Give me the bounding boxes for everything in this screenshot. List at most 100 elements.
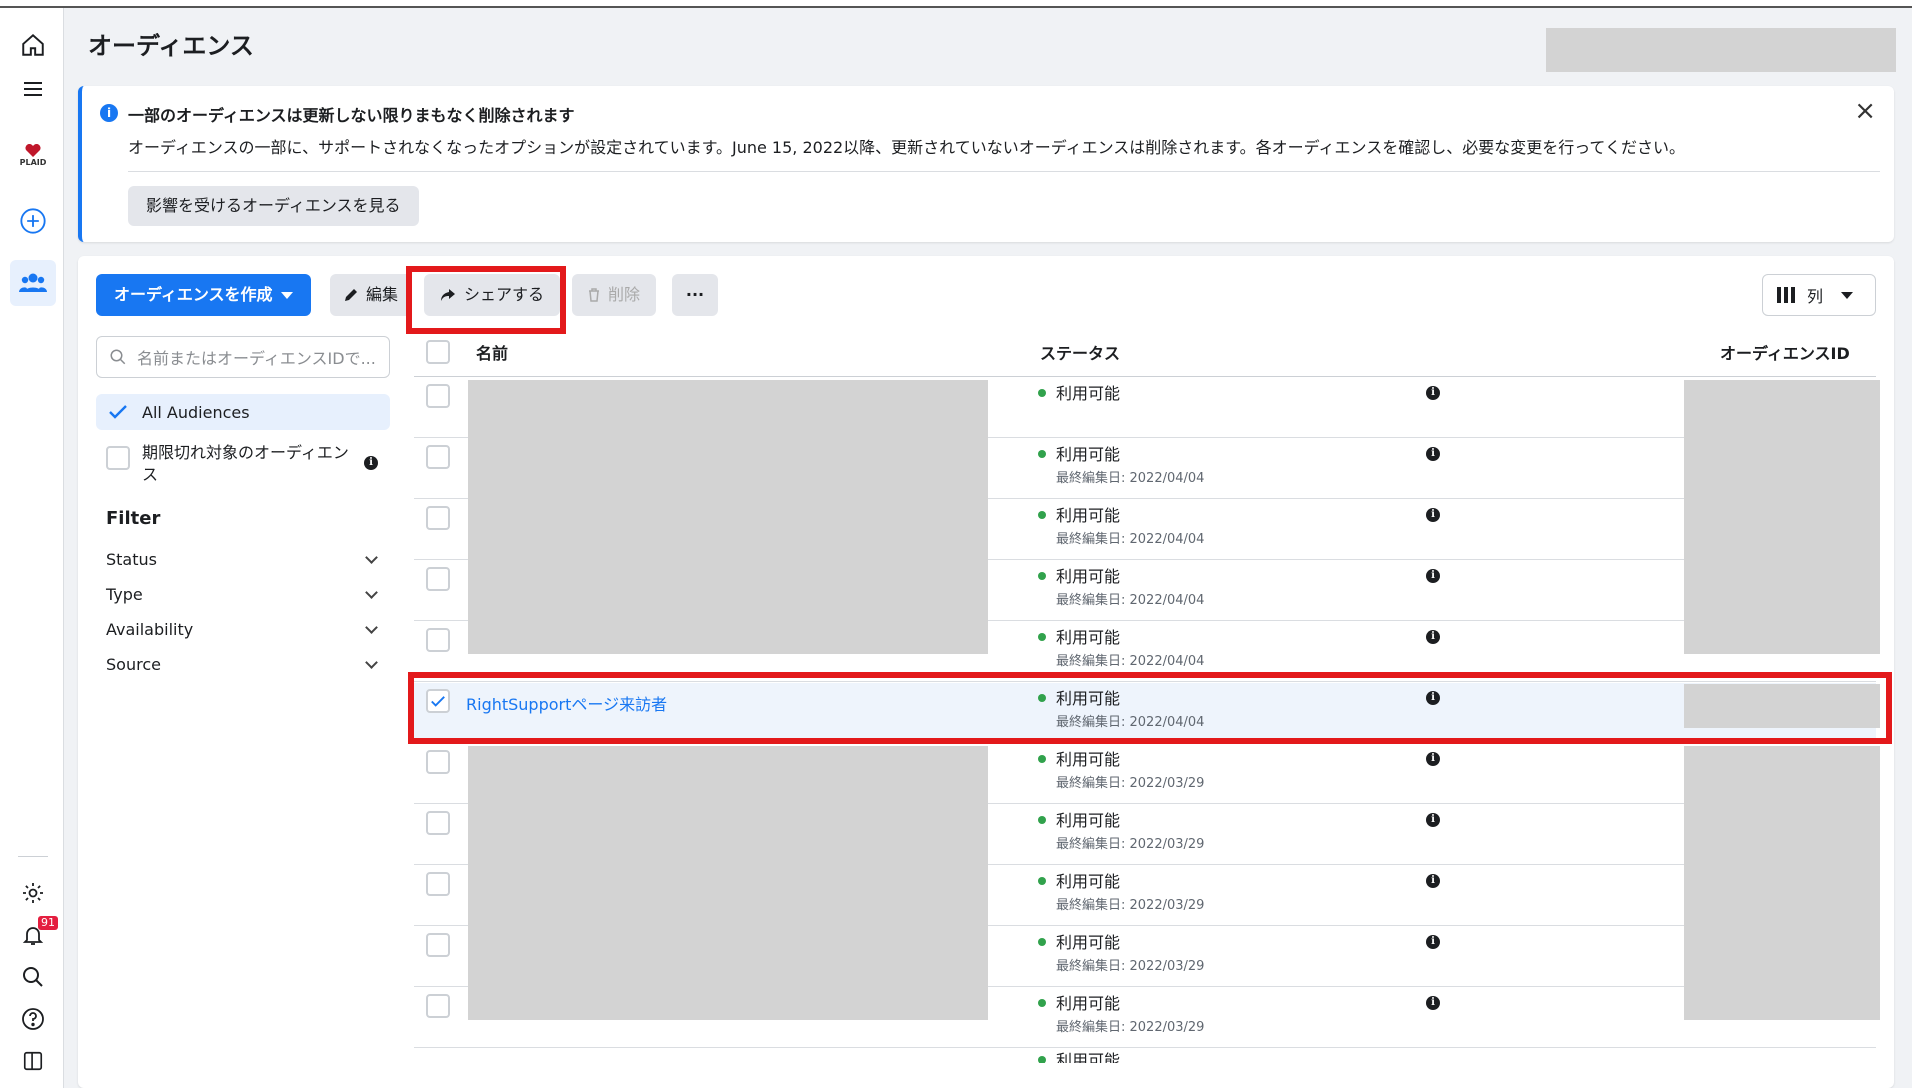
selected-row-highlight-annotation <box>408 672 1892 744</box>
notification-badge: 91 <box>38 916 58 930</box>
status-cell: 利用可能 <box>1038 380 1120 404</box>
row-checkbox[interactable] <box>426 750 450 774</box>
columns-button[interactable]: 列 <box>1762 274 1876 316</box>
rail-divider <box>18 856 48 857</box>
search-icon <box>110 349 126 365</box>
more-options-button[interactable]: ··· <box>672 274 718 316</box>
info-icon[interactable]: i <box>1426 630 1440 644</box>
column-header-status[interactable]: ステータス <box>1040 340 1120 364</box>
row-checkbox[interactable] <box>426 445 450 469</box>
info-icon[interactable]: i <box>1426 447 1440 461</box>
info-icon[interactable]: i <box>1426 569 1440 583</box>
row-checkbox[interactable] <box>426 933 450 957</box>
status-cell: 利用可能 最終編集日: 2022/04/04 <box>1038 624 1204 669</box>
row-checkbox[interactable] <box>426 567 450 591</box>
view-affected-audiences-button[interactable]: 影響を受けるオーディエンスを見る <box>128 186 419 226</box>
table-row-partial[interactable]: 利用可能 <box>414 1049 1876 1063</box>
info-icon[interactable]: i <box>1426 813 1440 827</box>
row-checkbox[interactable] <box>426 994 450 1018</box>
notice-title: 一部のオーディエンスは更新しない限りまもなく削除されます <box>128 106 575 125</box>
status-dot <box>1038 450 1046 458</box>
audience-people-icon[interactable] <box>10 260 56 306</box>
filter-availability[interactable]: Availability <box>106 620 380 639</box>
row-checkbox[interactable] <box>426 811 450 835</box>
filter-source-label: Source <box>106 655 161 674</box>
filter-type-label: Type <box>106 585 143 604</box>
status-dot <box>1038 633 1046 641</box>
last-edited-date: 最終編集日: 2022/04/04 <box>1056 532 1205 547</box>
info-icon[interactable]: i <box>1426 386 1440 400</box>
row-checkbox[interactable] <box>426 506 450 530</box>
status-dot <box>1038 1056 1046 1063</box>
filter-availability-label: Availability <box>106 620 194 639</box>
gear-icon[interactable] <box>10 870 56 916</box>
status-dot <box>1038 755 1046 763</box>
chevron-down-icon <box>1841 291 1854 299</box>
info-icon[interactable]: i <box>1426 996 1440 1010</box>
create-audience-button[interactable]: オーディエンスを作成 <box>96 274 311 316</box>
info-icon[interactable]: i <box>364 456 378 470</box>
notifications-bell-icon[interactable]: 91 <box>10 912 58 958</box>
select-all-checkbox[interactable] <box>426 340 450 364</box>
column-header-audience-id[interactable]: オーディエンスID <box>1720 340 1850 364</box>
chevron-down-icon <box>365 586 378 599</box>
close-icon[interactable]: × <box>1854 98 1876 124</box>
status-label: 利用可能 <box>1056 567 1121 586</box>
chevron-down-icon <box>280 291 293 299</box>
filter-expiring-audiences[interactable]: 期限切れ対象のオーディエンス i <box>96 434 390 496</box>
status-cell: 利用可能 最終編集日: 2022/03/29 <box>1038 868 1204 913</box>
delete-label: 削除 <box>608 285 641 304</box>
filter-type[interactable]: Type <box>106 585 380 604</box>
table-header-divider <box>414 376 1876 377</box>
status-cell: 利用可能 最終編集日: 2022/04/04 <box>1038 502 1204 547</box>
status-dot <box>1038 389 1046 397</box>
row-checkbox[interactable] <box>426 628 450 652</box>
status-cell: 利用可能 最終編集日: 2022/04/04 <box>1038 441 1204 486</box>
share-highlight-annotation <box>406 266 566 334</box>
delete-button[interactable]: 削除 <box>572 274 657 316</box>
status-label: 利用可能 <box>1056 994 1121 1013</box>
home-icon[interactable] <box>10 22 56 68</box>
row-checkbox[interactable] <box>426 872 450 896</box>
edit-button[interactable]: 編集 <box>330 274 413 316</box>
checkbox[interactable] <box>106 400 130 424</box>
status-label: 利用可能 <box>1056 445 1121 464</box>
last-edited-date: 最終編集日: 2022/03/29 <box>1056 776 1205 791</box>
filter-all-audiences[interactable]: All Audiences <box>96 394 390 430</box>
info-icon[interactable]: i <box>1426 752 1440 766</box>
search-icon[interactable] <box>10 954 56 1000</box>
info-icon[interactable]: i <box>1426 935 1440 949</box>
last-edited-date: 最終編集日: 2022/03/29 <box>1056 837 1205 852</box>
help-icon[interactable] <box>10 996 56 1042</box>
column-header-name[interactable]: 名前 <box>476 340 508 364</box>
notice-body: オーディエンスの一部に、サポートされなくなったオプションが設定されています。Ju… <box>128 138 1685 157</box>
info-icon: i <box>100 104 118 122</box>
filter-source[interactable]: Source <box>106 655 380 674</box>
status-dot <box>1038 816 1046 824</box>
all-audiences-label: All Audiences <box>142 402 250 422</box>
redacted-names-block <box>468 746 988 1020</box>
info-icon[interactable]: i <box>1426 508 1440 522</box>
status-cell: 利用可能 <box>1038 1049 1120 1063</box>
filter-status[interactable]: Status <box>106 550 380 569</box>
notice-divider <box>128 171 1880 172</box>
filter-heading: Filter <box>106 508 161 529</box>
audience-manager-card: オーディエンスを作成 編集 シェアする 削除 ··· 列 名前またはオーディエン… <box>78 256 1894 1088</box>
status-label: 利用可能 <box>1056 933 1121 952</box>
sidebar-toggle-icon[interactable] <box>10 1038 56 1084</box>
add-circle-icon[interactable] <box>10 198 56 244</box>
row-checkbox[interactable] <box>426 384 450 408</box>
menu-icon[interactable] <box>10 66 56 112</box>
redacted-ids-block <box>1684 380 1880 654</box>
checkbox[interactable] <box>106 446 130 470</box>
last-edited-date: 最終編集日: 2022/03/29 <box>1056 959 1205 974</box>
status-label: 利用可能 <box>1056 750 1121 769</box>
info-icon[interactable]: i <box>1426 874 1440 888</box>
audience-search-input[interactable]: 名前またはオーディエンスIDで... <box>96 336 390 378</box>
status-label: 利用可能 <box>1056 384 1121 403</box>
chevron-down-icon <box>365 656 378 669</box>
brand-text: PLAID <box>19 157 47 167</box>
brand-logo[interactable]: PLAID <box>10 132 56 178</box>
left-nav-rail: PLAID 91 <box>0 8 64 1088</box>
redacted-ids-block <box>1684 746 1880 1020</box>
